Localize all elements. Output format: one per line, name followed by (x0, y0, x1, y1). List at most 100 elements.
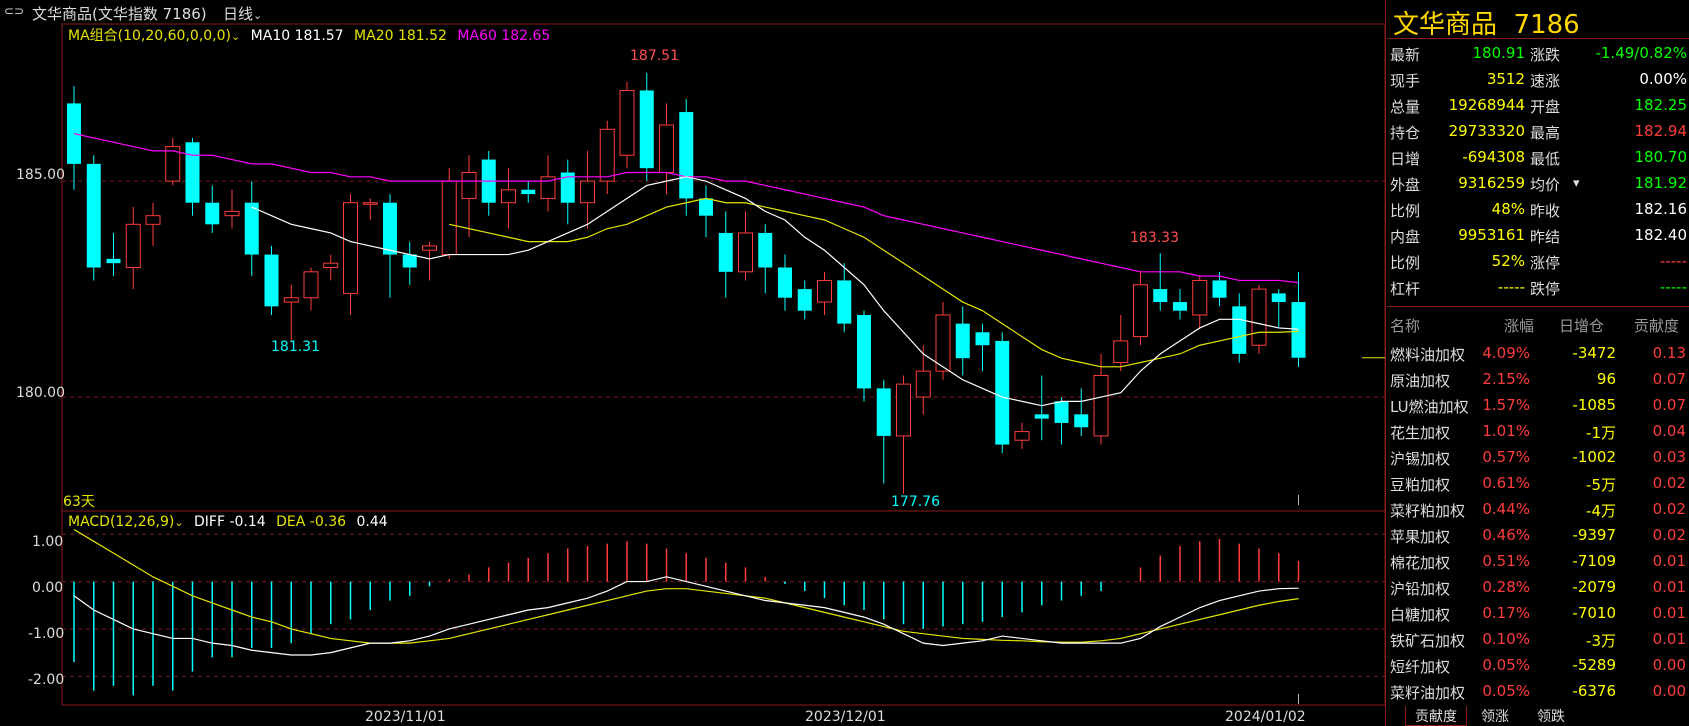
contribution: 0.07 (1652, 396, 1686, 414)
table-row[interactable]: 短纤加权 0.05% -5289 0.00 (1387, 652, 1689, 678)
quote-row: 持仓 29733320 最高 182.94 (1387, 118, 1689, 144)
table-row[interactable]: 菜籽粕加权 0.44% -4万 0.02 (1387, 496, 1689, 522)
table-row[interactable]: 铁矿石加权 0.10% -3万 0.01 (1387, 626, 1689, 652)
quote-label: 昨收 (1530, 202, 1561, 220)
quote-row: 现手 3512 速涨 0.00% (1387, 66, 1689, 92)
macd-label[interactable]: MACD(12,26,9) (68, 514, 174, 530)
quote-row: 日增 -694308 最低 180.70 (1387, 144, 1689, 170)
macd-y-tick: -2.00 (28, 672, 65, 688)
quote-value: -1.49/0.82% (1595, 44, 1687, 62)
tab-contrib[interactable]: 贡献度 (1405, 706, 1467, 726)
quote-label: 外盘 (1390, 176, 1421, 194)
quote-label: 内盘 (1390, 228, 1421, 246)
quote-value: 180.70 (1634, 148, 1688, 166)
position-increase: -7109 (1572, 552, 1616, 570)
chart-title: 文华商品(文华指数 7186) (32, 5, 207, 23)
low-annotation: 177.76 (891, 494, 940, 510)
contract-name: 棉花加权 (1390, 554, 1451, 572)
candle-body (67, 103, 81, 164)
contract-name: 沪铅加权 (1390, 580, 1451, 598)
candle-body (441, 180, 457, 256)
quote-value: 29733320 (1448, 122, 1525, 140)
contribution: 0.03 (1652, 448, 1686, 466)
header-pct[interactable]: 涨幅 (1504, 315, 1534, 336)
candle-body (1054, 401, 1069, 423)
x-axis-label: 2023/11/01 (365, 709, 446, 725)
table-row[interactable]: 苹果加权 0.46% -9397 0.02 (1387, 522, 1689, 548)
candle-body (521, 189, 536, 195)
table-row[interactable]: 棉花加权 0.51% -7109 0.01 (1387, 548, 1689, 574)
contribution: 0.01 (1652, 604, 1686, 622)
table-row[interactable]: 沪锡加权 0.57% -1002 0.03 (1387, 444, 1689, 470)
contribution: 0.07 (1652, 370, 1686, 388)
chart-title-bar: ⊂⊃ 文华商品(文华指数 7186) 日线⌄ (0, 0, 1386, 24)
table-row[interactable]: LU燃油加权 1.57% -1085 0.07 (1387, 392, 1689, 418)
position-increase: -5289 (1572, 656, 1616, 674)
quote-label: 涨停 (1530, 254, 1561, 272)
candle-body (955, 323, 970, 359)
contract-name: 苹果加权 (1390, 528, 1451, 546)
dea-line (73, 528, 1299, 644)
quote-label: 持仓 (1390, 124, 1421, 142)
candle-body (303, 271, 319, 299)
quote-label: 现手 (1390, 72, 1421, 90)
table-row[interactable]: 花生加权 1.01% -1万 0.04 (1387, 418, 1689, 444)
period-selector[interactable]: 日线⌄ (223, 3, 262, 24)
quote-label: 跌停 (1530, 280, 1561, 298)
candle-body (1153, 289, 1168, 303)
candle-body (619, 89, 635, 156)
table-row[interactable]: 燃料油加权 4.09% -3472 0.13 (1387, 340, 1689, 366)
contribution: 0.02 (1652, 526, 1686, 544)
y-tick-185: 185.00 (16, 167, 65, 183)
header-contrib[interactable]: 贡献度 (1634, 315, 1679, 336)
contract-name: 沪锡加权 (1390, 450, 1451, 468)
table-row[interactable]: 菜籽油加权 0.05% -6376 0.00 (1387, 678, 1689, 704)
ma-group-label[interactable]: MA组合(10,20,60,0,0,0) (68, 28, 231, 44)
quote-label: 开盘 (1530, 98, 1561, 116)
candle-body (125, 223, 141, 268)
high-annotation: 187.51 (630, 48, 679, 64)
diff-value: DIFF -0.14 (194, 514, 266, 530)
quote-value: 9316259 (1458, 174, 1525, 192)
chevron-down-icon: ⌄ (174, 516, 184, 529)
position-increase: -4万 (1586, 502, 1616, 520)
candle-body (501, 189, 516, 204)
quote-row: 内盘 9953161 昨结 182.40 (1387, 222, 1689, 248)
contract-name: 菜籽粕加权 (1390, 502, 1466, 520)
header-inc[interactable]: 日增仓 (1559, 315, 1604, 336)
change-pct: 0.61% (1482, 474, 1530, 492)
header-name[interactable]: 名称 (1390, 315, 1420, 336)
y-tick-180: 180.00 (16, 385, 65, 401)
low-annotation: 181.31 (271, 339, 320, 355)
link-icon[interactable]: ⊂⊃ (4, 4, 24, 18)
quote-value: 181.92 (1634, 174, 1688, 192)
table-row[interactable]: 豆粕加权 0.61% -5万 0.02 (1387, 470, 1689, 496)
table-row[interactable]: 白糖加权 0.17% -7010 0.01 (1387, 600, 1689, 626)
change-pct: 0.10% (1482, 630, 1530, 648)
candle-body (86, 163, 101, 268)
change-pct: 4.09% (1482, 344, 1530, 362)
position-increase: -6376 (1572, 682, 1616, 700)
candle-body (975, 332, 990, 346)
table-row[interactable]: 原油加权 2.15% 96 0.07 (1387, 366, 1689, 392)
x-axis-label: 2024/01/02 (1225, 709, 1306, 725)
change-pct: 0.44% (1482, 500, 1530, 518)
table-row[interactable]: 沪铅加权 0.28% -2079 0.01 (1387, 574, 1689, 600)
quote-value: 182.40 (1634, 226, 1688, 244)
tab-leading-down[interactable]: 领跌 (1527, 706, 1575, 725)
kline-chart[interactable] (0, 0, 1386, 726)
tab-leading-up[interactable]: 领涨 (1471, 706, 1519, 725)
macd-y-tick: 1.00 (32, 534, 64, 550)
x-axis-label: 2023/12/01 (805, 709, 886, 725)
candle-body (679, 112, 694, 199)
quote-value: 182.25 (1634, 96, 1688, 114)
chevron-down-icon: ⌄ (253, 9, 263, 22)
candle-body (1291, 302, 1306, 358)
dropdown-arrow-icon[interactable]: ▾ (1573, 176, 1580, 191)
change-pct: 1.57% (1482, 396, 1530, 414)
ma60-value: MA60 182.65 (457, 28, 551, 44)
position-increase: -9397 (1572, 526, 1616, 544)
quote-value: 182.94 (1634, 122, 1688, 140)
candle-body (1271, 293, 1286, 303)
position-increase: -1万 (1586, 424, 1616, 442)
